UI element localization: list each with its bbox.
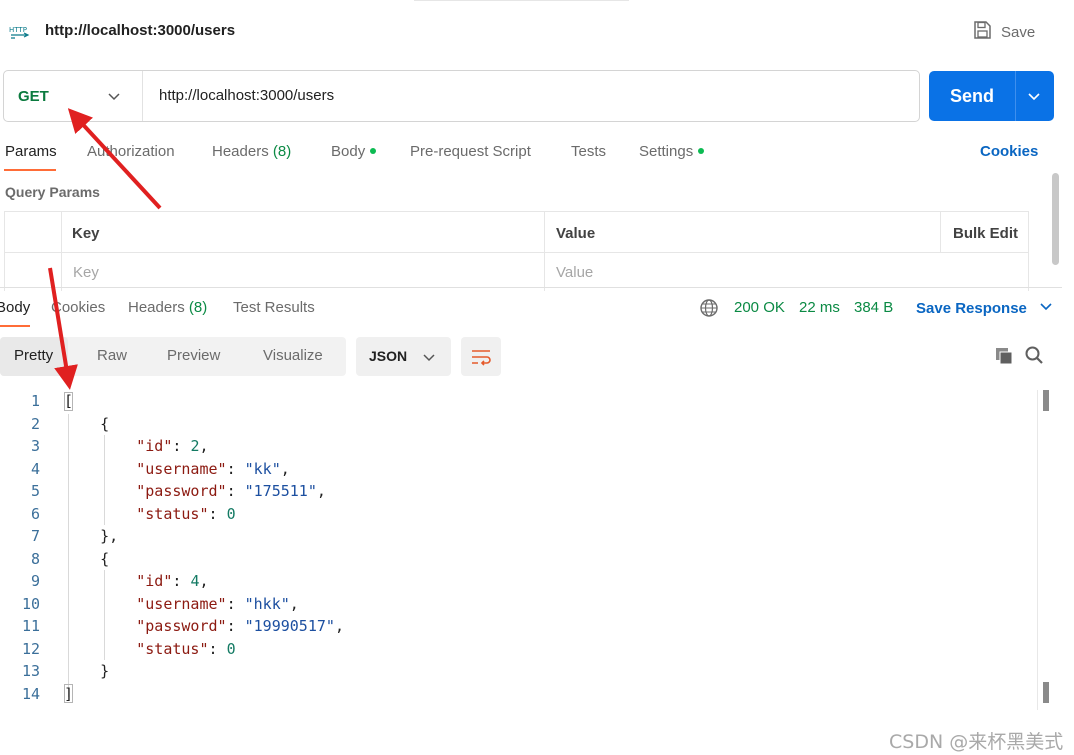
globe-icon[interactable] bbox=[699, 298, 719, 322]
copy-icon[interactable] bbox=[994, 346, 1014, 370]
line-number: 2 bbox=[30, 415, 40, 433]
line-number: 9 bbox=[30, 572, 40, 590]
cookies-link[interactable]: Cookies bbox=[980, 143, 1038, 160]
view-raw[interactable]: Raw bbox=[97, 347, 127, 364]
column-header-key: Key bbox=[72, 225, 100, 242]
wrap-lines-button[interactable] bbox=[461, 337, 501, 376]
code-line: "username": "kk", bbox=[136, 460, 290, 478]
code-scroll-track bbox=[1037, 390, 1038, 710]
line-number: 14 bbox=[21, 685, 40, 703]
column-divider bbox=[940, 212, 941, 253]
line-number: 5 bbox=[30, 482, 40, 500]
column-divider bbox=[544, 212, 545, 291]
chevron-down-icon bbox=[1039, 299, 1053, 317]
line-number: 3 bbox=[30, 437, 40, 455]
line-number: 11 bbox=[21, 617, 40, 635]
tab-response-headers[interactable]: Headers (8) bbox=[128, 299, 207, 316]
code-line: "password": "175511", bbox=[136, 482, 326, 500]
tab-authorization[interactable]: Authorization bbox=[87, 143, 175, 160]
status-dot bbox=[698, 148, 705, 155]
status-code[interactable]: 200 OK bbox=[734, 299, 785, 316]
chevron-down-icon[interactable] bbox=[107, 89, 121, 107]
response-divider bbox=[0, 287, 1062, 288]
top-divider bbox=[414, 0, 629, 1]
line-number: 10 bbox=[21, 595, 40, 613]
chevron-down-icon bbox=[422, 350, 436, 368]
code-line: "status": 0 bbox=[136, 505, 236, 523]
save-response-button[interactable]: Save Response bbox=[916, 299, 1053, 317]
headers-count-badge: (8) bbox=[272, 143, 292, 160]
tab-settings[interactable]: Settings bbox=[639, 143, 705, 160]
url-divider bbox=[142, 71, 143, 121]
format-select[interactable]: JSON bbox=[356, 337, 451, 376]
code-line: "password": "19990517", bbox=[136, 617, 344, 635]
code-line: "id": 2, bbox=[136, 437, 209, 455]
line-number: 4 bbox=[30, 460, 40, 478]
response-size[interactable]: 384 B bbox=[854, 299, 893, 316]
table-header-row bbox=[5, 212, 1028, 253]
tab-headers[interactable]: Headers (8) bbox=[212, 143, 291, 160]
code-line: { bbox=[64, 550, 110, 568]
search-icon[interactable] bbox=[1024, 345, 1044, 369]
view-pretty[interactable]: Pretty bbox=[14, 347, 53, 364]
response-time[interactable]: 22 ms bbox=[799, 299, 840, 316]
chevron-down-icon[interactable] bbox=[1027, 89, 1041, 107]
view-visualize[interactable]: Visualize bbox=[263, 347, 323, 364]
line-number: 1 bbox=[30, 392, 40, 410]
scrollbar[interactable] bbox=[1052, 173, 1059, 265]
tab-test-results[interactable]: Test Results bbox=[233, 299, 315, 316]
tab-response-body[interactable]: Body bbox=[0, 299, 30, 316]
http-icon: HTTP bbox=[8, 21, 32, 41]
view-mode-group: Pretty Raw Preview Visualize bbox=[0, 337, 346, 376]
save-button[interactable]: Save bbox=[972, 20, 1035, 44]
scrollbar[interactable] bbox=[1043, 682, 1049, 703]
line-number: 8 bbox=[30, 550, 40, 568]
column-divider bbox=[61, 212, 62, 291]
save-icon bbox=[972, 20, 992, 44]
bracket-match-highlight bbox=[64, 684, 73, 703]
column-header-value: Value bbox=[556, 225, 596, 242]
tab-body[interactable]: Body bbox=[331, 143, 377, 160]
method-select[interactable]: GET bbox=[18, 88, 49, 105]
url-input[interactable] bbox=[159, 87, 899, 104]
value-input[interactable]: Value bbox=[556, 264, 593, 281]
tab-response-cookies[interactable]: Cookies bbox=[51, 299, 105, 316]
tab-params[interactable]: Params bbox=[5, 143, 57, 160]
query-params-title: Query Params bbox=[5, 184, 100, 200]
code-line: "status": 0 bbox=[136, 640, 236, 658]
bulk-edit-button[interactable]: Bulk Edit bbox=[953, 225, 1018, 242]
code-line: { bbox=[64, 415, 110, 433]
send-button[interactable]: Send bbox=[929, 71, 1054, 121]
line-number: 7 bbox=[30, 527, 40, 545]
watermark: CSDN @来杯黑美式 bbox=[889, 731, 1064, 753]
code-line: "id": 4, bbox=[136, 572, 209, 590]
tab-tests[interactable]: Tests bbox=[571, 143, 606, 160]
wrap-lines-icon bbox=[471, 347, 491, 371]
bracket-match-highlight bbox=[64, 392, 73, 411]
line-number: 12 bbox=[21, 640, 40, 658]
code-line: } bbox=[64, 662, 110, 680]
active-tab-indicator bbox=[0, 325, 30, 327]
scrollbar[interactable] bbox=[1043, 390, 1049, 411]
view-preview[interactable]: Preview bbox=[167, 347, 220, 364]
save-label: Save bbox=[1001, 23, 1036, 41]
request-name[interactable]: http://localhost:3000/users bbox=[45, 22, 235, 39]
key-input[interactable]: Key bbox=[73, 264, 99, 281]
status-dot bbox=[370, 148, 377, 155]
line-number: 6 bbox=[30, 505, 40, 523]
send-divider bbox=[1015, 71, 1016, 121]
code-line: }, bbox=[64, 527, 119, 545]
active-tab-indicator bbox=[4, 169, 56, 171]
send-label: Send bbox=[950, 86, 995, 106]
params-table: Key Value Bulk Edit Key Value bbox=[4, 211, 1029, 291]
tab-pre-request-script[interactable]: Pre-request Script bbox=[410, 143, 531, 160]
format-label: JSON bbox=[369, 348, 408, 364]
code-line: "username": "hkk", bbox=[136, 595, 299, 613]
headers-count-badge: (8) bbox=[188, 299, 208, 316]
line-number: 13 bbox=[21, 662, 40, 680]
